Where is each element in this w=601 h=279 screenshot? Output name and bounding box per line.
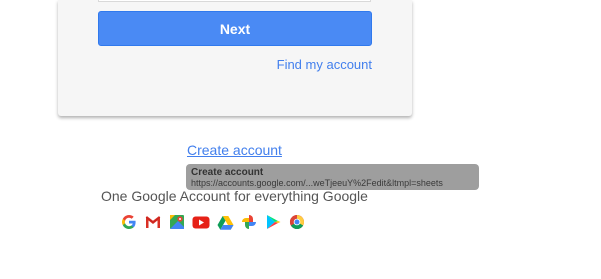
email-input[interactable]	[98, 0, 371, 2]
gmail-icon[interactable]	[144, 213, 162, 231]
tagline: One Google Account for everything Google	[101, 188, 368, 204]
link-tooltip: Create account https://accounts.google.c…	[186, 164, 479, 190]
drive-icon[interactable]	[216, 213, 234, 231]
next-button[interactable]: Next	[98, 11, 372, 46]
tooltip-url: https://accounts.google.com/...weTjeeuY%…	[191, 178, 443, 188]
maps-icon[interactable]	[168, 213, 186, 231]
google-icon[interactable]	[120, 213, 138, 231]
youtube-icon[interactable]	[192, 213, 210, 231]
find-my-account-link[interactable]: Find my account	[277, 57, 372, 72]
tooltip-title: Create account	[191, 167, 264, 178]
play-icon[interactable]	[264, 213, 282, 231]
google-apps-row	[120, 213, 306, 231]
create-account-link[interactable]: Create account	[187, 142, 282, 158]
photos-icon[interactable]	[240, 213, 258, 231]
chrome-icon[interactable]	[288, 213, 306, 231]
